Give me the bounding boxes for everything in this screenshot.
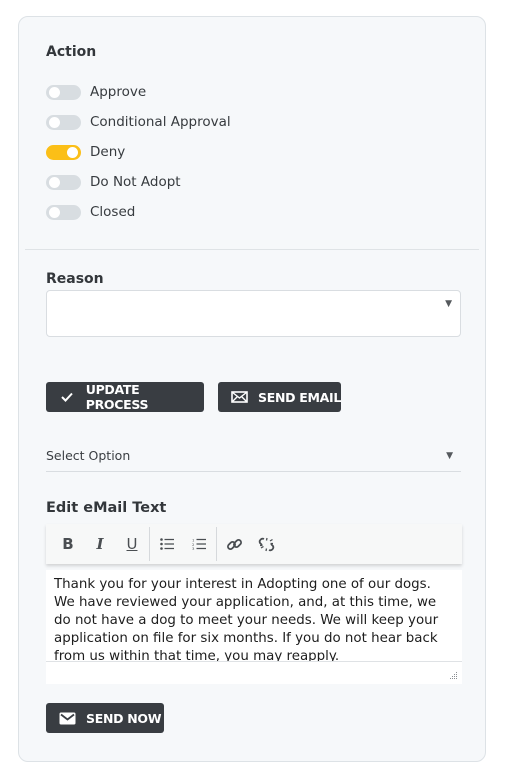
link-icon[interactable] [218,528,250,560]
bullet-list-icon[interactable] [151,528,183,560]
email-body-editor[interactable]: Thank you for your interest in Adopting … [46,570,462,662]
checkmark-icon [58,392,76,402]
email-editor: B I U 123 Thank you for your interest in… [46,524,462,684]
toggle-label: Conditional Approval [90,114,231,130]
envelope-icon [58,712,76,725]
do-not-adopt-toggle[interactable] [46,174,81,190]
toggle-knob [49,86,60,98]
action-heading: Action [46,44,97,60]
italic-icon[interactable]: I [84,528,116,560]
approve-toggle[interactable] [46,84,81,100]
reason-select[interactable]: ▼ [46,290,461,337]
toggle-label: Approve [90,84,147,100]
send-email-label: SEND EMAIL [258,389,341,405]
toggle-knob [49,116,60,128]
toggle-knob [49,206,60,218]
toggle-label: Do Not Adopt [90,174,181,190]
editor-toolbar: B I U 123 [46,524,462,564]
unlink-icon[interactable] [250,528,282,560]
caret-down-icon: ▼ [445,299,452,309]
toggle-label: Deny [90,144,126,160]
option-select[interactable]: Select Option ▼ [46,445,461,472]
closed-toggle[interactable] [46,204,81,220]
section-divider [25,249,479,250]
editor-resize-area [46,662,462,684]
caret-down-icon: ▼ [446,451,453,461]
toggle-row-do-not-adopt[interactable]: Do Not Adopt [46,173,181,191]
edit-email-heading: Edit eMail Text [46,500,167,516]
toggle-label: Closed [90,204,136,220]
resize-grip-icon[interactable] [449,671,458,680]
underline-icon[interactable]: U [116,528,148,560]
process-card: Action Approve Conditional Approval Deny… [18,16,486,762]
toggle-row-conditional-approval[interactable]: Conditional Approval [46,113,231,131]
toggle-row-closed[interactable]: Closed [46,203,135,221]
toggle-row-approve[interactable]: Approve [46,83,146,101]
update-process-label: UPDATE PROCESS [85,382,149,412]
conditional-approval-toggle[interactable] [46,114,81,130]
toggle-knob [49,176,60,188]
send-now-button[interactable]: SEND NOW [46,703,164,733]
send-email-button[interactable]: SEND EMAIL [218,382,341,412]
option-select-value: Select Option [46,448,131,463]
send-now-label: SEND NOW [86,710,162,726]
deny-toggle[interactable] [46,144,81,160]
numbered-list-icon[interactable]: 123 [183,528,215,560]
envelope-icon [230,391,248,403]
update-process-button[interactable]: UPDATE PROCESS [46,382,204,412]
toggle-knob [67,146,78,158]
svg-text:3: 3 [192,546,195,550]
toolbar-separator [216,527,217,561]
bold-icon[interactable]: B [52,528,84,560]
reason-heading: Reason [46,271,104,287]
toolbar-separator [149,527,150,561]
toggle-row-deny[interactable]: Deny [46,143,125,161]
